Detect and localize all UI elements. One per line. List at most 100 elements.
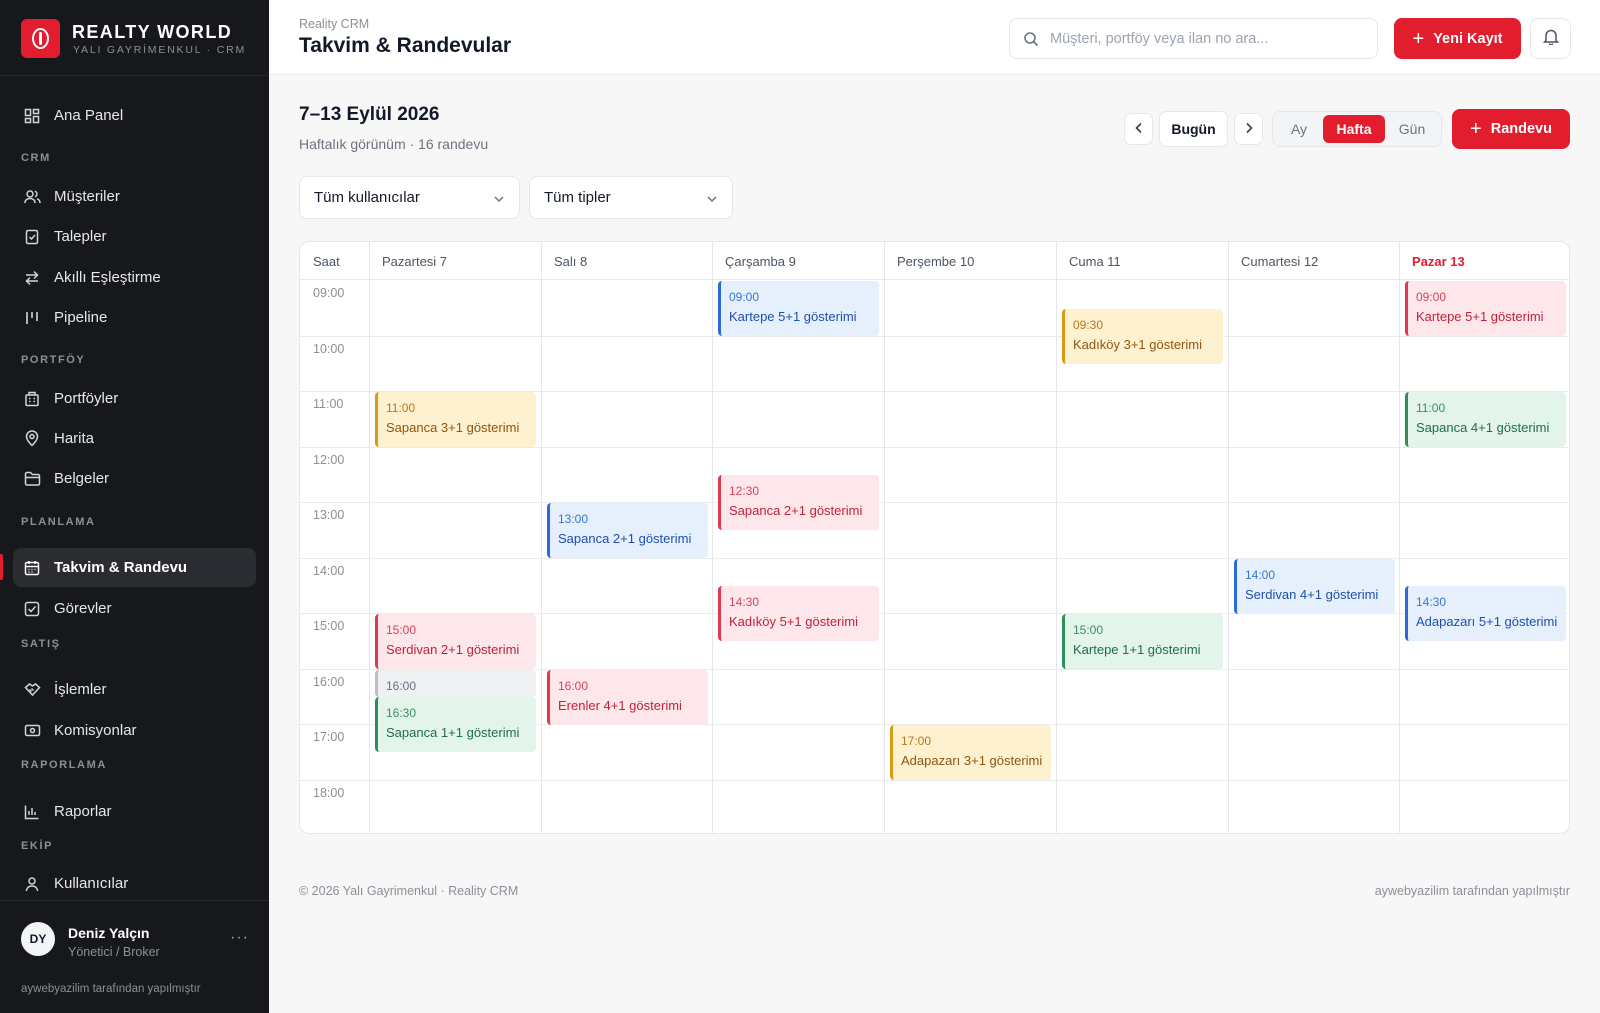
sidebar-item-kullanicilar[interactable]: Kullanıcılar	[13, 864, 256, 899]
day-header[interactable]: Çarşamba 9	[712, 242, 884, 280]
time-column-header: Saat	[313, 253, 340, 269]
appointment-time: 15:00	[1073, 623, 1104, 637]
sidebar-item-takvim-randevu[interactable]: Takvim & Randevu	[13, 548, 256, 587]
calendar-header-row: Saat Pazartesi 7 Salı 8 Çarşamba 9 Perşembe…	[300, 242, 1569, 280]
sidebar-item-pipeline[interactable]: Pipeline	[13, 298, 256, 337]
appointment-event[interactable]: 13:00 Sapanca 2+1 gösterimi	[547, 503, 708, 558]
pipeline-icon	[23, 309, 41, 327]
appointment-event[interactable]: 16:30 Sapanca 1+1 gösterimi	[375, 697, 536, 752]
appointment-event[interactable]: 09:00 Kartepe 5+1 gösterimi	[718, 281, 879, 336]
search-input[interactable]	[1050, 19, 1370, 58]
dashboard-icon	[23, 107, 41, 125]
sidebar-item-akilli-eslestirme[interactable]: Akıllı Eşleştirme	[13, 258, 256, 297]
search-box[interactable]	[1009, 18, 1378, 59]
view-day-tab[interactable]: Gün	[1387, 115, 1437, 143]
page-title: Takvim & Randevular	[299, 34, 512, 57]
week-calendar: Saat Pazartesi 7 Salı 8 Çarşamba 9 Perşembe…	[299, 241, 1570, 834]
appointment-event[interactable]: 09:00 Kartepe 5+1 gösterimi	[1405, 281, 1566, 336]
appointment-time: 16:00	[558, 679, 589, 693]
chevron-down-icon	[706, 192, 718, 204]
next-week-button[interactable]	[1234, 113, 1263, 145]
appointment-title: Sapanca 2+1 gösterimi	[558, 531, 692, 546]
appointment-title: Adapazarı 5+1 gösterimi	[1416, 614, 1558, 629]
sidebar-item-ana-panel[interactable]: Ana Panel	[13, 96, 256, 135]
view-week-tab[interactable]: Hafta	[1323, 115, 1385, 143]
appointment-title: Sapanca 1+1 gösterimi	[386, 725, 520, 740]
appointment-title: Kartepe 5+1 gösterimi	[1416, 309, 1544, 324]
hour-label: 15:00	[313, 619, 345, 633]
sidebar-item-harita[interactable]: Harita	[13, 419, 256, 458]
user-filter-select[interactable]: Tüm kullanıcılar	[299, 176, 520, 219]
appointment-title: Sapanca 3+1 gösterimi	[386, 420, 520, 435]
sidebar-nav[interactable]: Ana Panel CRM Müşteriler Talepler Akıllı…	[0, 76, 269, 899]
sidebar-item-portfoyler[interactable]: Portföyler	[13, 379, 256, 418]
appointment-event[interactable]: 15:00 Serdivan 2+1 gösterimi	[375, 614, 536, 669]
sidebar-item-label: Pipeline	[54, 309, 108, 326]
nav-section-crm: CRM	[21, 152, 51, 164]
nav-section-planlama: PLANLAMA	[21, 516, 96, 528]
prev-week-button[interactable]	[1124, 113, 1153, 145]
sidebar-item-komisyonlar[interactable]: Komisyonlar	[13, 711, 256, 750]
day-header[interactable]: Salı 8	[541, 242, 713, 280]
handshake-icon	[23, 681, 41, 699]
appointment-event[interactable]: 15:00 Kartepe 1+1 gösterimi	[1062, 614, 1223, 669]
sidebar-item-label: Takvim & Randevu	[54, 559, 188, 576]
more-options-icon[interactable]: ···	[230, 929, 249, 947]
hour-label: 17:00	[313, 730, 345, 744]
appointment-title: Sapanca 4+1 gösterimi	[1416, 420, 1550, 435]
day-header[interactable]: Pazar 13	[1399, 242, 1569, 280]
day-column-divider	[1228, 242, 1229, 833]
appointment-event[interactable]: 17:00 Adapazarı 3+1 gösterimi	[890, 725, 1051, 780]
appointment-event[interactable]: 11:00 Sapanca 4+1 gösterimi	[1405, 392, 1566, 447]
appointment-title: Serdivan 4+1 gösterimi	[1245, 587, 1379, 602]
user-profile[interactable]: DY Deniz Yalçın Yönetici / Broker ···	[0, 900, 269, 1013]
sidebar-item-talepler[interactable]: Talepler	[13, 217, 256, 256]
breadcrumb[interactable]: Reality CRM	[299, 17, 369, 31]
appointment-event[interactable]: 14:30 Adapazarı 5+1 gösterimi	[1405, 586, 1566, 641]
add-appointment-label: Randevu	[1490, 121, 1552, 137]
nav-section-raporlama: RAPORLAMA	[21, 759, 107, 771]
type-filter-select[interactable]: Tüm tipler	[529, 176, 733, 219]
search-icon	[1023, 31, 1039, 47]
appointment-event[interactable]: 16:00 Erenler 4+1 gösterimi	[547, 670, 708, 725]
appointment-time: 11:00	[386, 401, 416, 415]
hour-label: 11:00	[313, 397, 344, 411]
sidebar-item-belgeler[interactable]: Belgeler	[13, 459, 256, 498]
sidebar-item-musteriler[interactable]: Müşteriler	[13, 177, 256, 216]
appointment-title: Kadıköy 5+1 gösterimi	[729, 614, 858, 629]
day-header[interactable]: Perşembe 10	[884, 242, 1056, 280]
plus-icon: +	[1412, 27, 1425, 50]
appointment-title: Adapazarı 3+1 gösterimi	[901, 753, 1043, 768]
sidebar-item-gorevler[interactable]: Görevler	[13, 589, 256, 628]
swap-icon	[23, 269, 41, 287]
appointment-time: 14:30	[729, 595, 760, 609]
appointment-event[interactable]: 12:30 Sapanca 2+1 gösterimi	[718, 475, 879, 530]
building-icon	[23, 390, 41, 408]
day-column-divider	[884, 242, 885, 833]
hour-label: 09:00	[313, 286, 345, 300]
sidebar-item-raporlar[interactable]: Raporlar	[13, 792, 256, 831]
brand[interactable]: REALTY WORLD YALI GAYRİMENKUL · CRM	[21, 19, 251, 59]
day-header[interactable]: Cumartesi 12	[1228, 242, 1400, 280]
user-icon	[23, 875, 41, 893]
sidebar-item-label: Akıllı Eşleştirme	[54, 269, 161, 286]
new-record-button[interactable]: + Yeni Kayıt	[1394, 18, 1521, 59]
sidebar: REALTY WORLD YALI GAYRİMENKUL · CRM Ana …	[0, 0, 269, 1013]
sidebar-item-label: Görevler	[54, 600, 112, 617]
nav-section-portfoy: PORTFÖY	[21, 354, 86, 366]
add-appointment-button[interactable]: + Randevu	[1452, 109, 1570, 149]
folder-icon	[23, 470, 41, 488]
appointment-event[interactable]: 14:00 Serdivan 4+1 gösterimi	[1234, 559, 1395, 614]
appointment-event[interactable]: 09:30 Kadıköy 3+1 gösterimi	[1062, 309, 1223, 364]
appointment-event[interactable]: 16:00	[375, 670, 536, 697]
view-month-tab[interactable]: Ay	[1276, 115, 1322, 143]
notifications-button[interactable]	[1530, 18, 1571, 59]
appointment-time: 14:30	[1416, 595, 1447, 609]
day-header[interactable]: Pazartesi 7	[369, 242, 541, 280]
appointment-event[interactable]: 11:00 Sapanca 3+1 gösterimi	[375, 392, 536, 447]
appointment-event[interactable]: 14:30 Kadıköy 5+1 gösterimi	[718, 586, 879, 641]
sidebar-item-islemler[interactable]: İşlemler	[13, 670, 256, 709]
appointment-title: Serdivan 2+1 gösterimi	[386, 642, 520, 657]
day-header[interactable]: Cuma 11	[1056, 242, 1228, 280]
today-button[interactable]: Bugün	[1159, 111, 1228, 147]
